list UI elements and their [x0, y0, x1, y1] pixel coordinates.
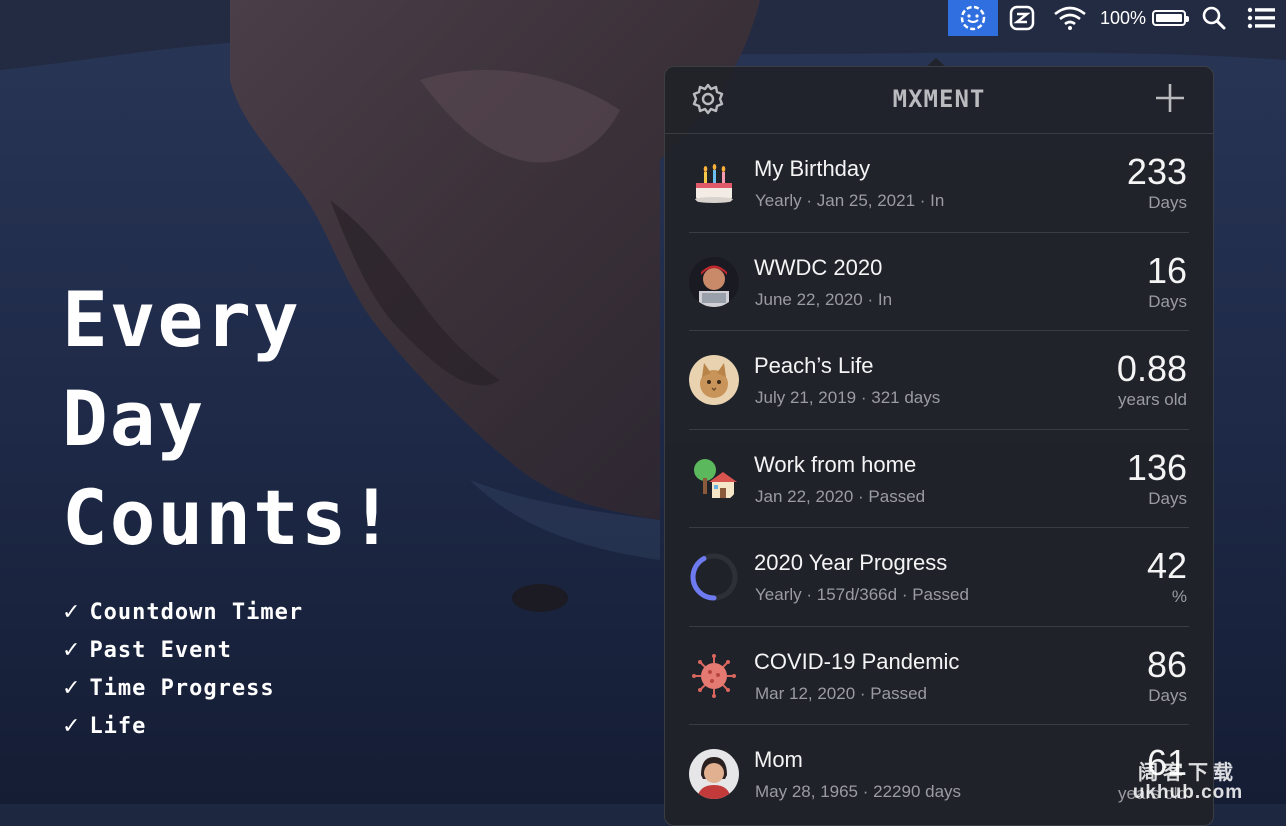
event-subtitle: Yearly · 157d/366d · Passed	[755, 585, 969, 604]
headline-line: Every	[62, 275, 301, 364]
event-title: 2020 Year Progress	[754, 550, 948, 575]
event-row[interactable]: Work from home Jan 22, 2020 · Passed 136…	[689, 430, 1189, 528]
event-value: 16	[1146, 249, 1187, 291]
wwdc-memoji-icon	[689, 256, 739, 307]
feature-label: Countdown Timer	[89, 600, 304, 625]
battery-status[interactable]: 100%	[1094, 0, 1190, 36]
moment-app-icon[interactable]	[947, 0, 998, 36]
feature-item: ✓ Past Event	[62, 632, 303, 670]
popover-header: MXMENT	[665, 67, 1213, 134]
feature-list: ✓ Countdown Timer ✓ Past Event ✓ Time Progr…	[62, 594, 303, 746]
check-icon: ✓	[62, 714, 82, 739]
battery-icon	[1152, 10, 1189, 26]
add-event-plus-icon[interactable]	[1153, 81, 1187, 115]
event-list: My Birthday Yearly · Jan 25, 2021 · In 2…	[689, 134, 1189, 823]
check-icon: ✓	[62, 600, 82, 625]
progress-ring-icon	[689, 552, 739, 602]
control-center-icon[interactable]	[1238, 0, 1286, 36]
event-value: 233	[1126, 151, 1187, 192]
watermark-line: ukhub.com	[1132, 782, 1244, 803]
site-watermark: 阔客下载 ukhub.com	[1102, 756, 1274, 804]
event-title: My Birthday	[754, 156, 871, 181]
app-brand: MXMENT	[892, 85, 986, 113]
moment-popover: MXMENT My Birthday Yearly · Jan 25, 2021…	[664, 66, 1214, 826]
event-unit: years old	[1118, 390, 1187, 409]
check-icon: ✓	[62, 638, 82, 663]
event-title: Mom	[754, 747, 803, 772]
event-row[interactable]: My Birthday Yearly · Jan 25, 2021 · In 2…	[689, 134, 1189, 233]
event-unit: Days	[1148, 685, 1187, 705]
event-title: WWDC 2020	[754, 254, 883, 280]
check-icon: ✓	[62, 676, 82, 701]
battery-percent: 100%	[1099, 7, 1146, 28]
event-subtitle: May 28, 1965 · 22290 days	[755, 782, 962, 801]
event-title: COVID-19 Pandemic	[754, 648, 960, 674]
event-value: 42	[1146, 545, 1187, 586]
virus-icon	[689, 651, 739, 701]
headline-line: Counts!	[62, 473, 397, 562]
event-row[interactable]: WWDC 2020 June 22, 2020 · In 16 Days	[689, 233, 1189, 331]
watermark-line: 阔客下载	[1138, 762, 1238, 784]
event-title: Peach’s Life	[754, 353, 874, 378]
mom-photo-icon	[689, 749, 739, 799]
event-subtitle: Yearly · Jan 25, 2021 · In	[755, 191, 945, 210]
event-row[interactable]: 2020 Year Progress Yearly · 157d/366d · …	[689, 528, 1189, 627]
event-row[interactable]: COVID-19 Pandemic Mar 12, 2020 · Passed …	[689, 627, 1189, 725]
feature-label: Life	[89, 714, 147, 739]
event-unit: Days	[1148, 488, 1187, 508]
event-value: 86	[1146, 643, 1187, 685]
search-icon[interactable]	[1190, 0, 1238, 36]
birthday-cake-icon	[689, 158, 739, 208]
wifi-icon[interactable]	[1046, 0, 1094, 36]
hero-headline: Every Day Counts!	[62, 270, 396, 567]
event-unit: %	[1171, 587, 1187, 606]
feature-item: ✓ Countdown Timer	[62, 594, 303, 632]
event-subtitle: July 21, 2019 · 321 days	[755, 388, 941, 407]
headline-line: Day	[62, 374, 206, 463]
event-title: Work from home	[754, 451, 917, 477]
event-subtitle: Jan 22, 2020 · Passed	[755, 486, 926, 506]
event-subtitle: Mar 12, 2020 · Passed	[755, 683, 927, 703]
event-unit: Days	[1148, 193, 1187, 212]
feature-label: Time Progress	[89, 676, 275, 701]
feature-item: ✓ Life	[62, 708, 303, 746]
event-value: 0.88	[1116, 348, 1187, 389]
event-value: 136	[1126, 446, 1187, 488]
feature-label: Past Event	[89, 638, 232, 663]
clipboard-app-icon[interactable]	[998, 0, 1046, 36]
feature-item: ✓ Time Progress	[62, 670, 303, 708]
event-unit: Days	[1148, 291, 1187, 311]
event-row[interactable]: Peach’s Life July 21, 2019 · 321 days 0.…	[689, 331, 1189, 430]
cat-photo-icon	[689, 355, 739, 405]
menu-bar: 100%	[0, 0, 1286, 36]
house-with-tree-icon	[689, 454, 739, 504]
event-subtitle: June 22, 2020 · In	[755, 289, 893, 309]
